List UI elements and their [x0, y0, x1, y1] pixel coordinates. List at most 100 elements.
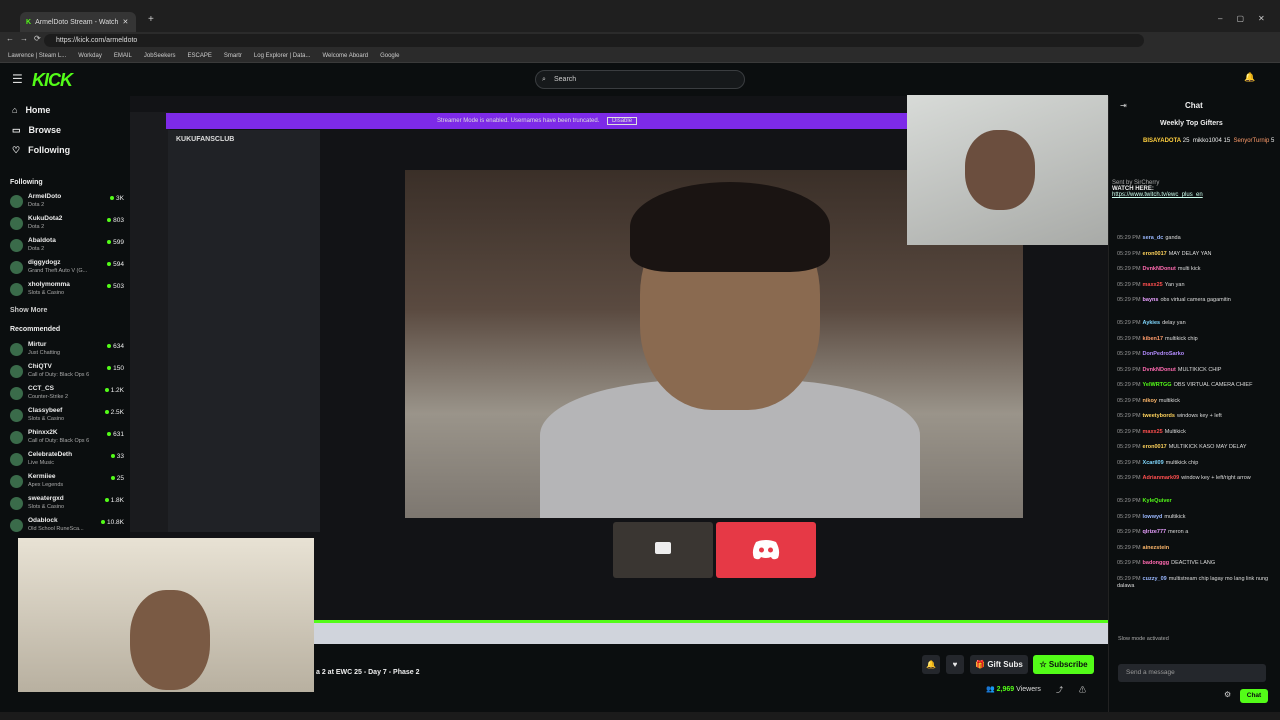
channel-name: ArmelDoto: [28, 193, 62, 200]
gifter[interactable]: SenyorTurnip 5: [1234, 138, 1275, 144]
message-user[interactable]: DvnkNDonut: [1143, 367, 1176, 373]
viewer-count: 3K: [110, 195, 124, 202]
message-user[interactable]: maxx25: [1143, 282, 1163, 288]
channel-item[interactable]: CelebrateDeth Live Music 33: [10, 451, 124, 471]
bell-button[interactable]: 🔔: [922, 655, 940, 674]
message-user[interactable]: Adrianmark09: [1143, 475, 1180, 481]
window-controls[interactable]: –▢✕: [1218, 14, 1279, 23]
channel-name: Phinxx2K: [28, 429, 58, 436]
avatar: [10, 387, 23, 400]
channel-name: diggydogz: [28, 259, 61, 266]
gift-label: Gift Subs: [987, 660, 1023, 669]
channel-item[interactable]: Mirtur Just Chatting 634: [10, 341, 124, 361]
nav-following[interactable]: ♡ Following: [12, 145, 70, 156]
close-icon[interactable]: ✕: [122, 18, 128, 26]
channel-category: Call of Duty: Black Ops 6: [28, 372, 90, 378]
chat-message: 05:29 PM eron0017 MAY DELAY YAN: [1117, 251, 1275, 259]
bookmark[interactable]: Smartr: [224, 53, 242, 59]
tab-title: ArmelDoto Stream - Watch: [35, 18, 119, 26]
notification-icon[interactable]: 🔔: [1244, 72, 1255, 83]
message-user[interactable]: badonggg: [1143, 560, 1170, 566]
send-chat-button[interactable]: Chat: [1240, 689, 1268, 703]
channel-category: Apex Legends: [28, 482, 64, 488]
message-user[interactable]: nikoy: [1143, 398, 1157, 404]
message-user[interactable]: DvnkNDonut: [1143, 266, 1176, 272]
home-icon: ⌂: [12, 105, 18, 115]
gifter[interactable]: mikko1004 15: [1193, 138, 1230, 144]
channel-item[interactable]: Classybeef Slots & Casino 2.5K: [10, 407, 124, 427]
share-report-icons[interactable]: ⤴⚠: [1056, 685, 1102, 695]
viewer-count: 33: [111, 453, 124, 460]
message-user[interactable]: qlrize777: [1143, 529, 1167, 535]
search-input[interactable]: ⌕ Search: [535, 70, 745, 89]
message-user[interactable]: Xcaril09: [1143, 460, 1164, 466]
channel-item[interactable]: KukuDota2 Dota 2 803: [10, 215, 124, 235]
follow-button[interactable]: ♥: [946, 655, 964, 674]
show-more-link[interactable]: Show More: [10, 307, 47, 314]
channel-item[interactable]: sweatergxd Slots & Casino 1.8K: [10, 495, 124, 515]
message-user[interactable]: maxx25: [1143, 429, 1163, 435]
message-user[interactable]: bayns: [1143, 297, 1159, 303]
chat-input[interactable]: Send a message: [1118, 664, 1266, 682]
message-user[interactable]: lowwyd: [1143, 514, 1163, 520]
kick-logo[interactable]: KICK: [32, 70, 73, 91]
message-user[interactable]: KyleQuiver: [1143, 498, 1172, 504]
bookmark[interactable]: JobSeekers: [144, 53, 176, 59]
url-input[interactable]: https://kick.com/armeldoto: [44, 34, 1144, 47]
chat-message: 05:29 PM Aykies delay yan: [1117, 320, 1275, 328]
channel-item[interactable]: ChiQTV Call of Duty: Black Ops 6 150: [10, 363, 124, 383]
chat-message: 05:29 PM YelWRTGG OBS VIRTUAL CAMERA CHIEF: [1117, 382, 1275, 390]
bookmark[interactable]: ESCAPE: [188, 53, 212, 59]
viewer-count: 631: [107, 431, 124, 438]
channel-item[interactable]: xholymomma Slots & Casino 503: [10, 281, 124, 301]
channel-item[interactable]: Phinxx2K Call of Duty: Black Ops 6 631: [10, 429, 124, 449]
settings-icon[interactable]: ⚙: [1224, 690, 1231, 699]
message-user[interactable]: eron0017: [1143, 444, 1167, 450]
message-user[interactable]: cuzzy_09: [1143, 576, 1167, 582]
message-user[interactable]: tweetybords: [1143, 413, 1175, 419]
bookmark[interactable]: EMAIL: [114, 53, 132, 59]
viewer-count: 503: [107, 283, 124, 290]
avatar: [10, 195, 23, 208]
channel-item[interactable]: CCT_CS Counter-Strike 2 1.2K: [10, 385, 124, 405]
message-user[interactable]: YelWRTGG: [1143, 382, 1172, 388]
nav-arrows-icon[interactable]: ←→⟳: [6, 34, 47, 43]
video-camera-icon: [655, 542, 671, 554]
message-user[interactable]: sera_dc: [1143, 235, 1164, 241]
bookmark[interactable]: Log Explorer | Data...: [254, 53, 311, 59]
hamburger-menu-icon[interactable]: ☰: [12, 72, 23, 86]
pinned-link[interactable]: https://www.twitch.tv/ewc_plus_en: [1112, 192, 1203, 198]
message-user[interactable]: eron0017: [1143, 251, 1167, 257]
message-user[interactable]: Aykies: [1143, 320, 1161, 326]
subscribe-button[interactable]: ☆ Subscribe: [1033, 655, 1094, 674]
avatar: [10, 239, 23, 252]
gifter[interactable]: BISAYADOTA 25: [1143, 138, 1189, 144]
search-placeholder: Search: [554, 76, 577, 83]
disable-button[interactable]: Disable: [607, 117, 638, 125]
chat-message: 05:29 PM DvnkNDonut multi kick: [1117, 266, 1275, 274]
bookmark[interactable]: Lawrence | Steam L...: [8, 53, 66, 59]
nav-home[interactable]: ⌂ Home: [12, 105, 50, 115]
message-user[interactable]: kiben17: [1143, 336, 1163, 342]
browser-tab[interactable]: K ArmelDoto Stream - Watch ✕: [20, 12, 136, 32]
channel-item[interactable]: Kermiiee Apex Legends 25: [10, 473, 124, 493]
channel-item[interactable]: diggydogz Grand Theft Auto V (G... 594: [10, 259, 124, 279]
bookmark[interactable]: Welcome Aboard: [322, 53, 368, 59]
chat-message: 05:29 PM Adrianmark09 window key + left/ri…: [1117, 475, 1275, 483]
collapse-chat-icon[interactable]: ⇥: [1120, 101, 1127, 110]
channel-item[interactable]: ArmelDoto Dota 2 3K: [10, 193, 124, 213]
nav-browse[interactable]: ▭ Browse: [12, 125, 61, 136]
channel-category: Just Chatting: [28, 350, 61, 356]
channel-name: sweatergxd: [28, 495, 64, 502]
bookmark[interactable]: Workday: [78, 53, 102, 59]
message-time: 05:29 PM: [1117, 544, 1141, 551]
message-user[interactable]: ainezstein: [1143, 545, 1170, 551]
channel-item[interactable]: Odablock Old School RuneSca... 10.8K: [10, 517, 124, 537]
gift-subs-button[interactable]: 🎁 Gift Subs: [970, 655, 1028, 674]
new-tab-icon[interactable]: +: [148, 14, 154, 25]
channel-item[interactable]: Abaldota Dota 2 599: [10, 237, 124, 257]
message-user[interactable]: DonPedroSarko: [1143, 351, 1185, 357]
bookmark[interactable]: Google: [380, 53, 399, 59]
channel-category: Call of Duty: Black Ops 6: [28, 438, 90, 444]
message-text: ganda: [1165, 235, 1181, 241]
